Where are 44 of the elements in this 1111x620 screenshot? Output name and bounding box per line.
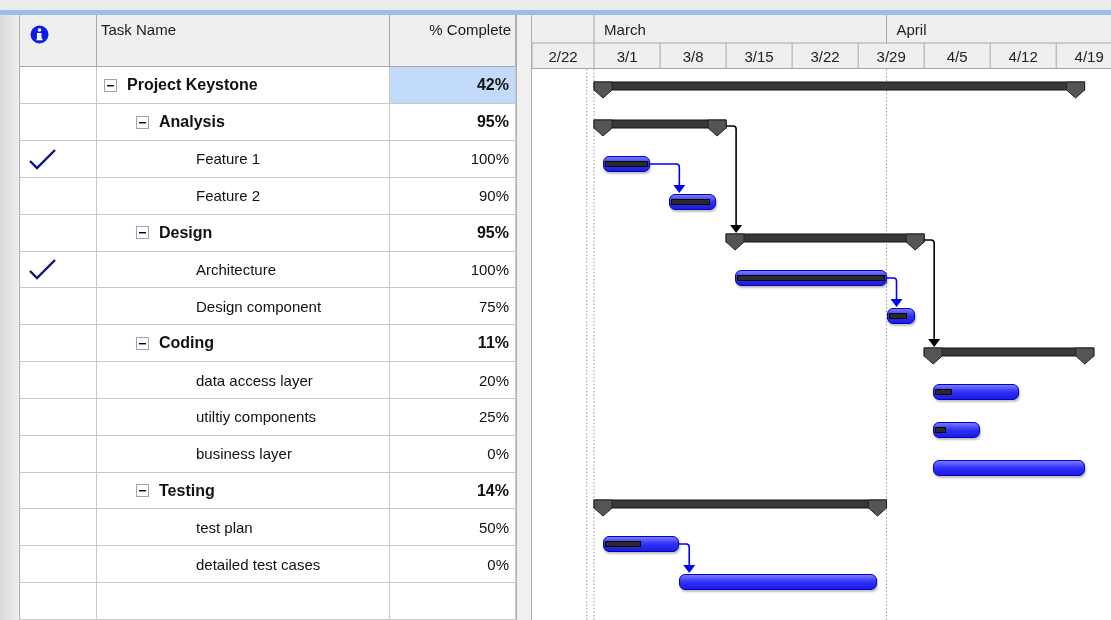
- task-bar[interactable]: [933, 422, 981, 438]
- collapse-icon[interactable]: [136, 115, 149, 129]
- month-label: March: [604, 21, 646, 38]
- task-name: Feature 2: [196, 187, 261, 205]
- task-name: Feature 1: [196, 150, 261, 168]
- task-name: data access layer: [196, 371, 313, 389]
- task-name: Design: [159, 223, 213, 242]
- task-name: Architecture: [196, 261, 277, 278]
- week-label: 3/22: [810, 48, 840, 65]
- task-bar[interactable]: [669, 194, 717, 210]
- task-bar[interactable]: [886, 308, 915, 324]
- task-name: Testing: [159, 481, 215, 500]
- summary-bar[interactable]: [593, 499, 888, 517]
- week-label: 4/12: [1008, 48, 1038, 65]
- percent-complete-cell: 42%: [390, 67, 516, 104]
- collapse-icon[interactable]: [104, 78, 117, 92]
- task-name: Project Keystone: [127, 76, 258, 95]
- summary-bar[interactable]: [593, 119, 727, 137]
- task-name: test plan: [196, 518, 253, 536]
- task-name: Coding: [159, 334, 215, 353]
- collapse-icon[interactable]: [136, 484, 149, 498]
- week-label: 4/19: [1074, 48, 1104, 65]
- task-bar[interactable]: [603, 536, 679, 552]
- task-name: business layer: [196, 445, 292, 463]
- week-label: 3/8: [682, 48, 704, 65]
- task-name: utiltiy components: [196, 408, 317, 426]
- month-label: April: [896, 21, 927, 38]
- week-label: 2/22: [548, 48, 578, 65]
- week-label: 3/29: [876, 48, 906, 65]
- task-bar[interactable]: [603, 156, 651, 172]
- week-label: 3/15: [744, 48, 774, 65]
- task-name: detailed test cases: [196, 555, 321, 573]
- task-name: Analysis: [159, 113, 225, 132]
- collapse-icon[interactable]: [136, 226, 149, 240]
- summary-bar[interactable]: [593, 81, 1086, 99]
- column-header[interactable]: Task Name: [97, 15, 390, 67]
- task-bar[interactable]: [933, 384, 1019, 400]
- collapse-icon[interactable]: [136, 336, 149, 350]
- week-label: 4/5: [946, 48, 968, 65]
- info-icon: [30, 25, 49, 44]
- task-name: Design component: [196, 297, 322, 315]
- summary-bar[interactable]: [725, 233, 925, 251]
- summary-bar[interactable]: [923, 347, 1095, 365]
- week-label: 3/1: [616, 48, 638, 65]
